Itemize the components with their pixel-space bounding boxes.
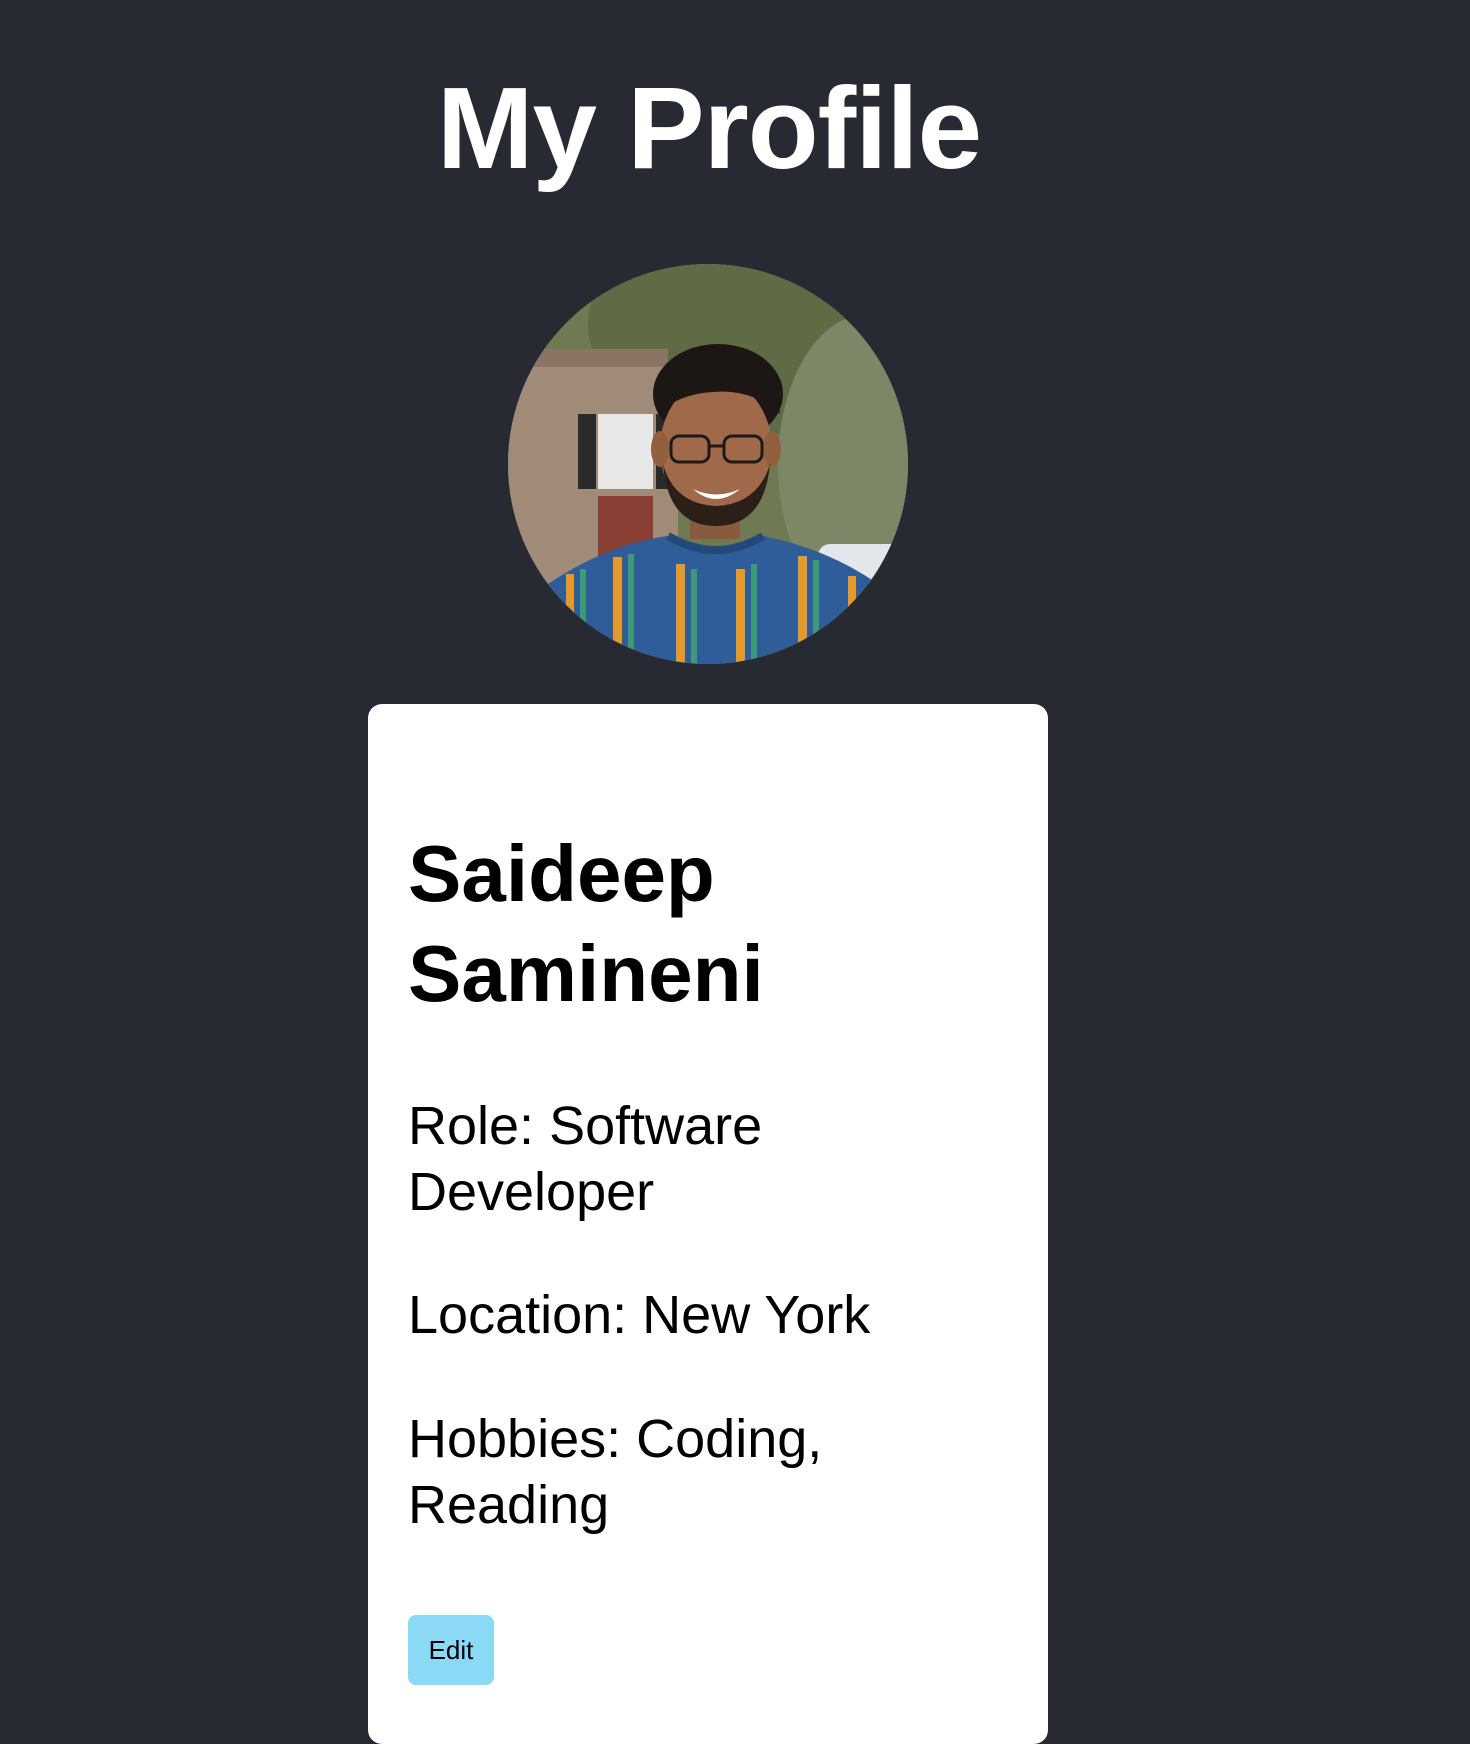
profile-role: Role: Software Developer xyxy=(408,1096,763,1222)
avatar-photo xyxy=(508,264,908,664)
profile-location: Location: New York xyxy=(408,1285,871,1345)
profile-card: Saideep Samineni Role: Software Develope… xyxy=(368,704,1048,1744)
page-title: My Profile xyxy=(436,63,982,193)
profile-name: Saideep Samineni xyxy=(408,829,764,1018)
edit-button[interactable]: Edit xyxy=(408,1615,494,1685)
avatar xyxy=(508,264,908,664)
profile-hobbies: Hobbies: Coding, Reading xyxy=(408,1409,823,1535)
